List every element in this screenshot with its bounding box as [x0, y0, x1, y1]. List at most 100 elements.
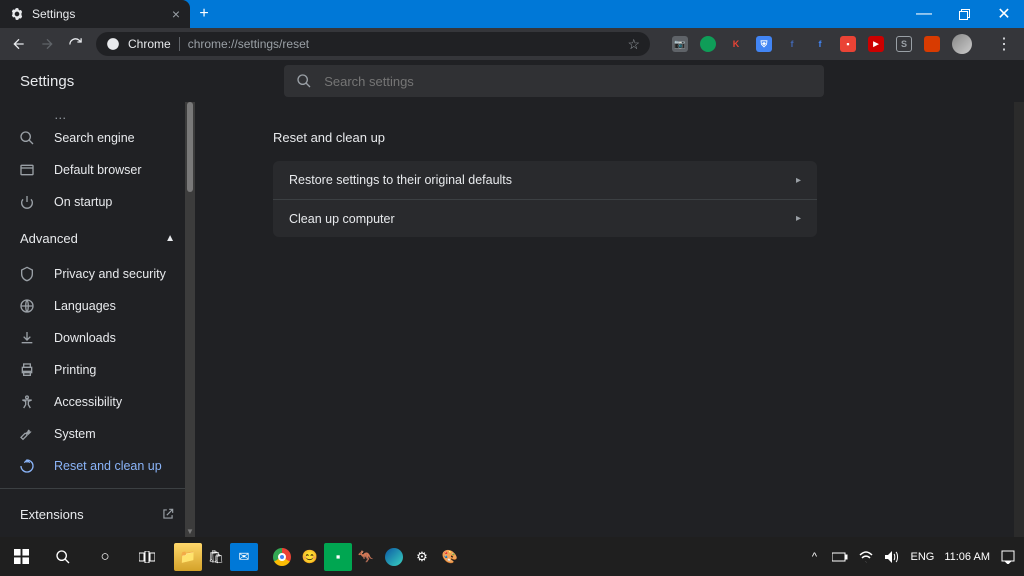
- extension-icon[interactable]: S: [896, 36, 912, 52]
- tray-clock[interactable]: 11:06 AM: [944, 551, 990, 563]
- page-title: Settings: [20, 73, 74, 90]
- battery-icon[interactable]: [832, 549, 848, 565]
- sidebar-item-label: Reset and clean up: [54, 459, 162, 473]
- reset-icon: [18, 458, 36, 474]
- sidebar-item-downloads[interactable]: Downloads: [0, 322, 195, 354]
- extension-icon[interactable]: f: [812, 36, 828, 52]
- sidebar-link-label: Extensions: [20, 507, 84, 522]
- extension-icon[interactable]: ▶: [868, 36, 884, 52]
- settings-header: Settings: [0, 60, 1024, 102]
- gear-icon: [10, 7, 24, 21]
- extension-icon[interactable]: ⛨: [756, 36, 772, 52]
- chevron-right-icon: ▸: [796, 213, 801, 224]
- omnibox-origin: Chrome: [128, 37, 180, 51]
- new-tab-button[interactable]: +: [190, 0, 218, 28]
- window-titlebar: Settings × + — ✕: [0, 0, 1024, 28]
- chevron-right-icon: ▸: [796, 175, 801, 186]
- taskbar-app[interactable]: 🎨: [436, 543, 464, 571]
- sidebar-item-accessibility[interactable]: Accessibility: [0, 386, 195, 418]
- sidebar-item-label: Printing: [54, 363, 96, 377]
- settings-sidebar: … Search engine Default browser On start…: [0, 102, 195, 537]
- tray-language[interactable]: ENG: [910, 551, 934, 563]
- sidebar-item-label: On startup: [54, 195, 112, 209]
- taskbar-app-settings[interactable]: ⚙: [408, 543, 436, 571]
- search-button[interactable]: [42, 537, 84, 576]
- sidebar-scrollbar[interactable]: ▼: [185, 102, 195, 537]
- extension-icon[interactable]: f: [784, 36, 800, 52]
- sidebar-advanced-toggle[interactable]: Advanced ▲: [0, 218, 195, 258]
- settings-panel: Reset and clean up Restore settings to t…: [195, 102, 1024, 537]
- back-button[interactable]: [8, 33, 30, 55]
- main-area: … Search engine Default browser On start…: [0, 102, 1024, 537]
- extension-icon[interactable]: [700, 36, 716, 52]
- taskbar-app[interactable]: 😊: [296, 543, 324, 571]
- start-button[interactable]: [0, 537, 42, 576]
- chrome-icon: [106, 37, 120, 51]
- sidebar-item-search-engine[interactable]: Search engine: [0, 122, 195, 154]
- taskbar-app-mail[interactable]: ✉: [230, 543, 258, 571]
- volume-icon[interactable]: [884, 549, 900, 565]
- reload-button[interactable]: [64, 33, 86, 55]
- external-link-icon: [161, 507, 175, 521]
- extension-icon[interactable]: [924, 36, 940, 52]
- extension-icon[interactable]: 📷: [672, 36, 688, 52]
- sidebar-item-label: Downloads: [54, 331, 116, 345]
- cortana-button[interactable]: ○: [84, 537, 126, 576]
- notifications-icon[interactable]: [1000, 549, 1016, 565]
- sidebar-item-label: …: [54, 108, 67, 122]
- taskbar-app-store[interactable]: 🛍: [202, 543, 230, 571]
- sidebar-item-reset[interactable]: Reset and clean up: [0, 450, 195, 482]
- minimize-button[interactable]: —: [904, 0, 944, 28]
- close-tab-button[interactable]: ×: [172, 6, 180, 22]
- settings-search[interactable]: [284, 65, 824, 97]
- sidebar-item-on-startup[interactable]: On startup: [0, 186, 195, 218]
- row-label: Clean up computer: [289, 212, 395, 226]
- wifi-icon[interactable]: [858, 549, 874, 565]
- taskbar-app[interactable]: ▪: [324, 543, 352, 571]
- globe-icon: [18, 298, 36, 314]
- sidebar-item-label: Privacy and security: [54, 267, 166, 281]
- sidebar-item-appearance[interactable]: …: [0, 102, 195, 122]
- taskbar-app-edge[interactable]: [380, 543, 408, 571]
- tab-title: Settings: [32, 7, 75, 21]
- omnibox[interactable]: Chrome chrome://settings/reset ☆: [96, 32, 650, 56]
- extension-icon[interactable]: ▪: [840, 36, 856, 52]
- sidebar-item-system[interactable]: System: [0, 418, 195, 450]
- divider: [0, 488, 195, 489]
- sidebar-link-extensions[interactable]: Extensions: [0, 495, 195, 533]
- close-window-button[interactable]: ✕: [984, 0, 1024, 28]
- search-input[interactable]: [324, 74, 812, 89]
- shield-icon: [18, 266, 36, 282]
- sidebar-section-label: Advanced: [20, 231, 78, 246]
- taskbar-app-explorer[interactable]: 📁: [174, 543, 202, 571]
- browser-tab[interactable]: Settings ×: [0, 0, 190, 28]
- sidebar-item-languages[interactable]: Languages: [0, 290, 195, 322]
- profile-avatar[interactable]: [952, 34, 972, 54]
- bookmark-star-icon[interactable]: ☆: [627, 36, 640, 53]
- forward-button[interactable]: [36, 33, 58, 55]
- search-icon: [18, 130, 36, 146]
- extension-icon[interactable]: K: [728, 36, 744, 52]
- accessibility-icon: [18, 394, 36, 410]
- row-restore-defaults[interactable]: Restore settings to their original defau…: [273, 161, 817, 199]
- browser-menu-button[interactable]: ⋮: [996, 34, 1012, 54]
- sidebar-item-default-browser[interactable]: Default browser: [0, 154, 195, 186]
- panel-scrollbar[interactable]: [1014, 102, 1024, 537]
- taskbar-app[interactable]: 🦘: [352, 543, 380, 571]
- task-view-button[interactable]: [126, 537, 168, 576]
- taskbar-app-chrome[interactable]: [268, 543, 296, 571]
- windows-taskbar: ○ 📁 🛍 ✉ 😊 ▪ 🦘 ⚙ 🎨 ^ ENG 11:06 AM: [0, 537, 1024, 576]
- settings-card: Restore settings to their original defau…: [273, 161, 817, 237]
- panel-title: Reset and clean up: [273, 130, 1024, 145]
- tray-chevron-icon[interactable]: ^: [806, 549, 822, 565]
- sidebar-item-printing[interactable]: Printing: [0, 354, 195, 386]
- sidebar-item-label: Accessibility: [54, 395, 122, 409]
- sidebar-item-privacy[interactable]: Privacy and security: [0, 258, 195, 290]
- sidebar-item-label: Languages: [54, 299, 116, 313]
- sidebar-item-label: System: [54, 427, 96, 441]
- maximize-button[interactable]: [944, 0, 984, 28]
- chevron-up-icon: ▲: [165, 233, 175, 244]
- scrollbar-down-icon[interactable]: ▼: [185, 525, 195, 537]
- extension-toolbar: 📷 K ⛨ f f ▪ ▶ S ⋮: [672, 34, 1016, 54]
- row-cleanup-computer[interactable]: Clean up computer ▸: [273, 199, 817, 237]
